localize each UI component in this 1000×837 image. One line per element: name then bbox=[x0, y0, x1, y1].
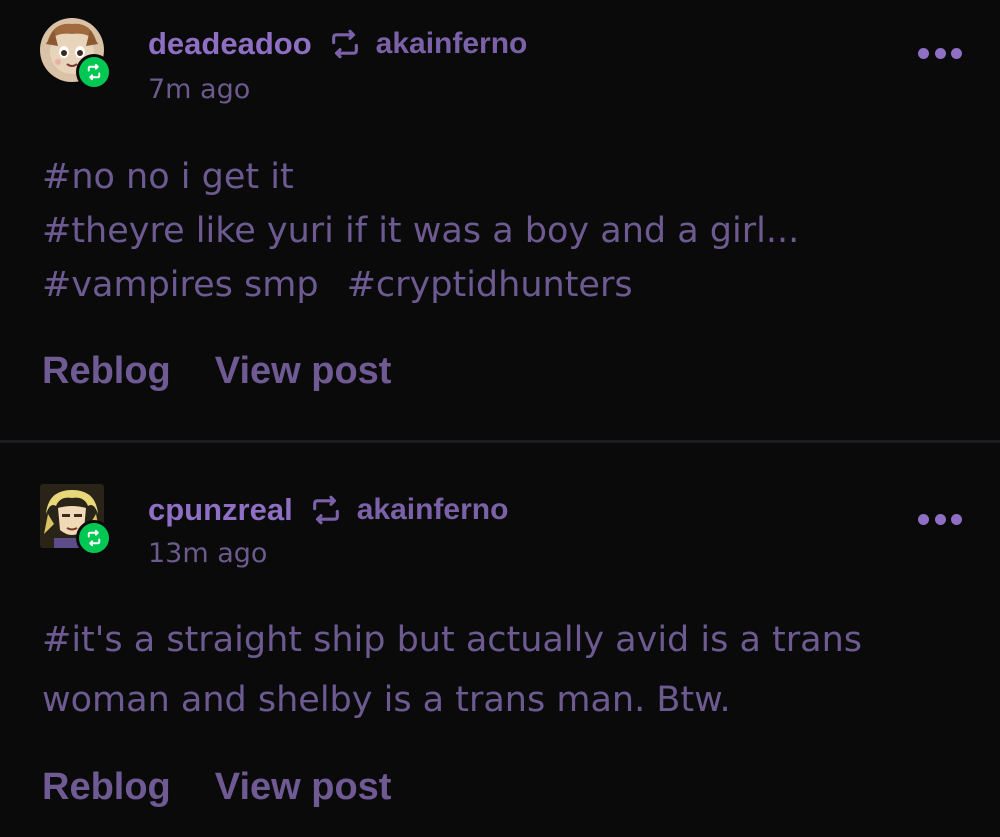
reblog-badge-icon bbox=[76, 520, 112, 556]
post-divider bbox=[0, 440, 1000, 443]
reblog-arrow-icon bbox=[328, 27, 362, 61]
tag-link[interactable]: #theyre like yuri if it was a boy and a … bbox=[42, 204, 970, 258]
tag-link[interactable]: #vampires smp bbox=[42, 265, 319, 305]
tag-row: #vampires smp #cryptidhunters bbox=[42, 258, 970, 312]
post-header: deadeadoo akainferno bbox=[148, 22, 527, 66]
view-post-button[interactable]: View post bbox=[215, 766, 392, 809]
avatar[interactable] bbox=[40, 18, 112, 90]
tag-link[interactable]: #cryptidhunters bbox=[347, 265, 633, 305]
post-actions: Reblog View post bbox=[42, 766, 435, 809]
reblog-badge-icon bbox=[76, 54, 112, 90]
source-username-link[interactable]: akainferno bbox=[357, 493, 509, 527]
view-post-button[interactable]: View post bbox=[215, 350, 392, 393]
source-username-link[interactable]: akainferno bbox=[376, 27, 528, 61]
post-timestamp: 13m ago bbox=[148, 538, 268, 569]
avatar[interactable] bbox=[40, 484, 112, 556]
tag-list: #it's a straight ship but actually avid … bbox=[42, 610, 970, 730]
more-options-icon[interactable] bbox=[918, 512, 962, 526]
reblog-button[interactable]: Reblog bbox=[42, 766, 171, 809]
post-actions: Reblog View post bbox=[42, 350, 435, 393]
post-timestamp: 7m ago bbox=[148, 74, 251, 105]
reblog-button[interactable]: Reblog bbox=[42, 350, 171, 393]
tag-link[interactable]: #no no i get it bbox=[42, 150, 970, 204]
tag-list: #no no i get it #theyre like yuri if it … bbox=[42, 150, 970, 312]
more-options-icon[interactable] bbox=[918, 46, 962, 60]
tag-link[interactable]: #it's a straight ship but actually avid … bbox=[42, 620, 862, 720]
post-header: cpunzreal akainferno bbox=[148, 488, 508, 532]
username-link[interactable]: deadeadoo bbox=[148, 26, 312, 62]
username-link[interactable]: cpunzreal bbox=[148, 492, 293, 528]
reblog-arrow-icon bbox=[309, 493, 343, 527]
post-item: cpunzreal akainferno 13m ago #it's a str… bbox=[0, 444, 1000, 837]
post-item: deadeadoo akainferno 7m ago #no no i get… bbox=[0, 0, 1000, 440]
